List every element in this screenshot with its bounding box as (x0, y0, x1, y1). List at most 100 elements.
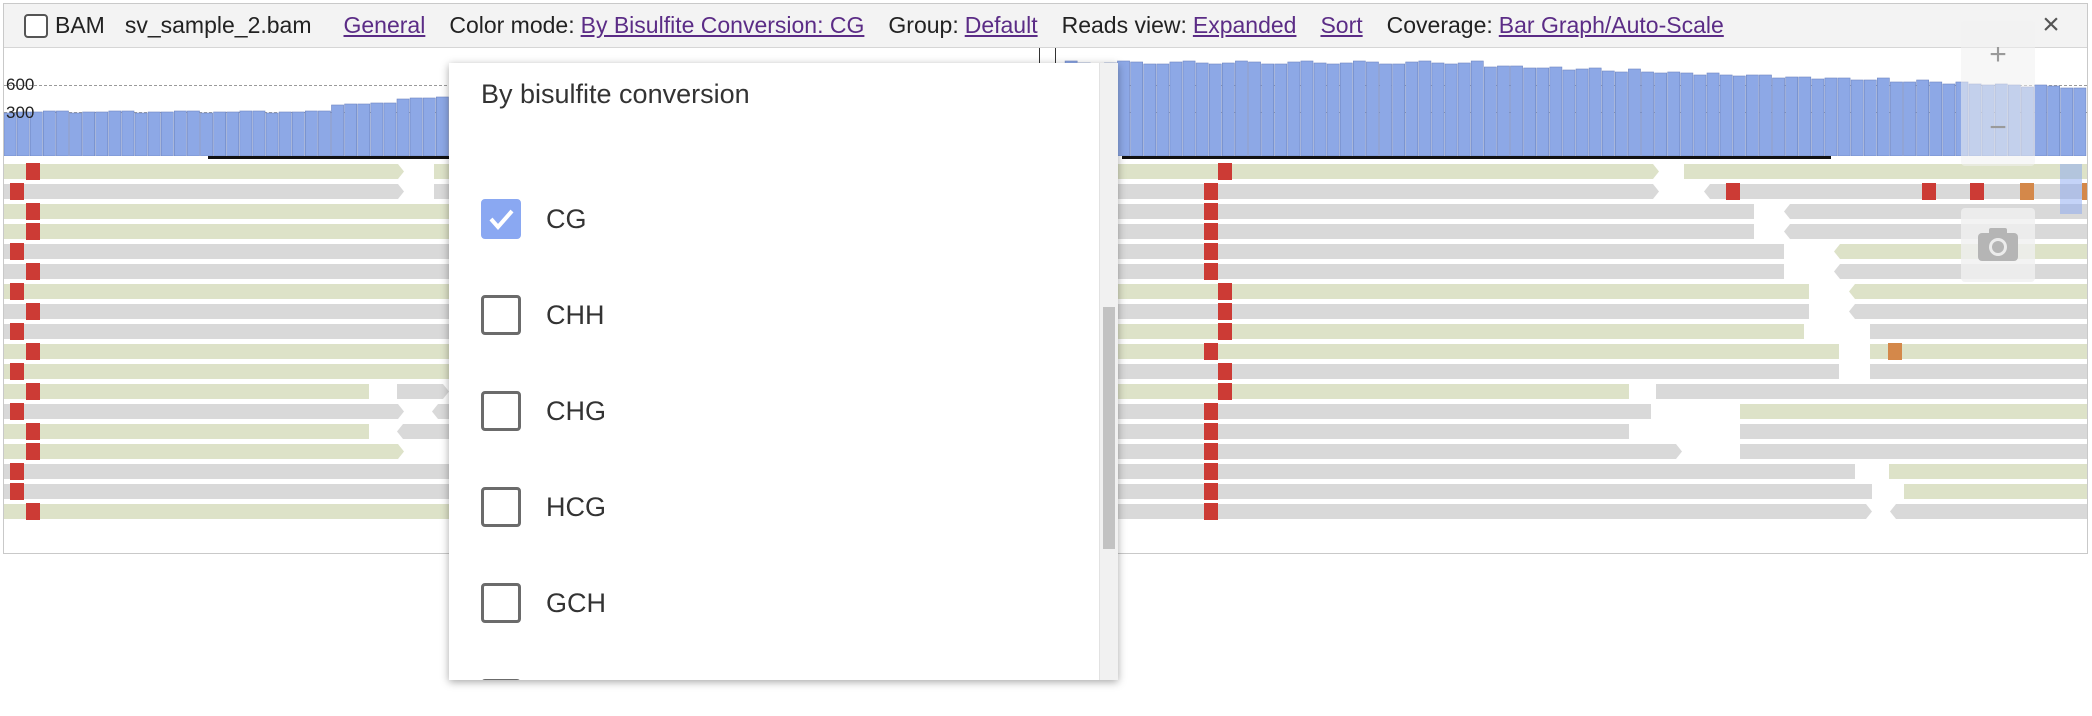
read[interactable] (1114, 464, 1855, 479)
read[interactable] (4, 384, 369, 399)
mismatch-marker (10, 403, 24, 420)
read[interactable] (1114, 444, 1682, 459)
reads-scroll-handle[interactable] (2060, 164, 2082, 214)
read[interactable] (1684, 164, 2087, 179)
read[interactable] (1114, 164, 1659, 179)
read[interactable] (4, 264, 449, 279)
read[interactable] (1784, 224, 2087, 239)
general-settings-link[interactable]: General (344, 12, 426, 39)
read[interactable] (1740, 424, 2087, 439)
read[interactable] (1114, 384, 1629, 399)
read[interactable] (4, 244, 449, 259)
option-hcg[interactable]: HCG (481, 482, 606, 532)
checkbox-icon[interactable] (481, 391, 521, 431)
option-gch[interactable]: GCH (481, 578, 606, 628)
read[interactable] (4, 424, 369, 439)
read[interactable] (1849, 304, 2087, 319)
read[interactable] (1740, 444, 2087, 459)
coverage-bar (2034, 84, 2047, 156)
coverage-bar (1785, 76, 1798, 156)
read[interactable] (1870, 324, 2087, 339)
read[interactable] (4, 304, 449, 319)
snapshot-button[interactable] (1961, 208, 2035, 282)
coverage-bar (1549, 66, 1563, 156)
mismatch-marker (10, 483, 24, 500)
checkmark-icon (489, 209, 514, 231)
checkbox-icon[interactable] (481, 295, 521, 335)
close-icon[interactable]: × (2037, 10, 2065, 40)
coverage-bar (1497, 65, 1510, 156)
coverage-bar (1536, 67, 1550, 156)
checkbox-icon[interactable] (481, 583, 521, 623)
read[interactable] (397, 424, 449, 439)
read[interactable] (1889, 464, 2087, 479)
read[interactable] (1849, 284, 2087, 299)
dropdown-scrollbar-thumb[interactable] (1103, 307, 1115, 549)
read[interactable] (4, 324, 449, 339)
option-wcg[interactable]: WCG (481, 674, 612, 680)
coverage-bar (1510, 65, 1523, 156)
coverage-bar (56, 110, 69, 156)
read[interactable] (4, 204, 449, 219)
read[interactable] (4, 364, 449, 379)
read[interactable] (1114, 484, 1872, 499)
read[interactable] (1114, 324, 1804, 339)
mismatch-marker (1218, 283, 1232, 300)
zoom-out-button[interactable]: − (1961, 111, 2035, 145)
read[interactable] (1114, 504, 1872, 519)
track-select-checkbox[interactable] (24, 13, 48, 38)
color-mode-link[interactable]: By Bisulfite Conversion: CG (581, 12, 865, 39)
checked-checkbox-icon[interactable] (481, 199, 521, 239)
read[interactable] (4, 484, 449, 499)
option-chg[interactable]: CHG (481, 386, 606, 436)
read[interactable] (1870, 344, 2087, 359)
read[interactable] (1114, 424, 1629, 439)
read[interactable] (4, 164, 404, 179)
coverage-bar (357, 103, 371, 156)
coverage-bar (1392, 63, 1405, 156)
coverage-bar (1837, 77, 1851, 156)
coverage-bar (200, 112, 213, 156)
option-label: CG (546, 203, 587, 234)
read[interactable] (1114, 404, 1651, 419)
option-cg[interactable]: CG (481, 194, 587, 244)
read[interactable] (1784, 204, 2087, 219)
group-link[interactable]: Default (965, 12, 1038, 39)
coverage-bar (265, 112, 279, 156)
read[interactable] (4, 184, 404, 199)
coverage-bar (1261, 63, 1274, 156)
read[interactable] (1870, 364, 2087, 379)
read[interactable] (4, 284, 449, 299)
checkbox-icon[interactable] (481, 487, 521, 527)
read[interactable] (1656, 384, 2087, 399)
read[interactable] (1114, 184, 1659, 199)
read[interactable] (4, 404, 404, 419)
read[interactable] (4, 444, 404, 459)
read[interactable] (1904, 484, 2087, 499)
coverage-300-label: 300 (6, 103, 35, 122)
dropdown-scrollbar[interactable] (1099, 63, 1118, 680)
region-bar-right (1122, 156, 1831, 159)
reads-view-link[interactable]: Expanded (1193, 12, 1297, 39)
option-chh[interactable]: CHH (481, 290, 605, 340)
read[interactable] (432, 404, 449, 419)
read[interactable] (1890, 504, 2087, 519)
mismatch-marker (1218, 383, 1232, 400)
checkbox-icon[interactable] (481, 679, 521, 680)
coverage-bar (1353, 60, 1366, 156)
coverage-mode-link[interactable]: Bar Graph/Auto-Scale (1499, 12, 1724, 39)
read[interactable] (1114, 344, 1839, 359)
read[interactable] (4, 464, 449, 479)
read[interactable] (4, 344, 449, 359)
coverage-bar (121, 110, 135, 156)
sort-link[interactable]: Sort (1320, 12, 1362, 39)
zoom-in-button[interactable]: + (1961, 38, 2035, 72)
read[interactable] (397, 384, 449, 399)
read[interactable] (4, 504, 449, 519)
coverage-bar (82, 111, 95, 156)
read[interactable] (1740, 404, 2087, 419)
center-line-right (1055, 48, 1056, 64)
coverage-bar (435, 96, 449, 156)
read[interactable] (4, 224, 449, 239)
mismatch-marker (1888, 343, 1902, 360)
